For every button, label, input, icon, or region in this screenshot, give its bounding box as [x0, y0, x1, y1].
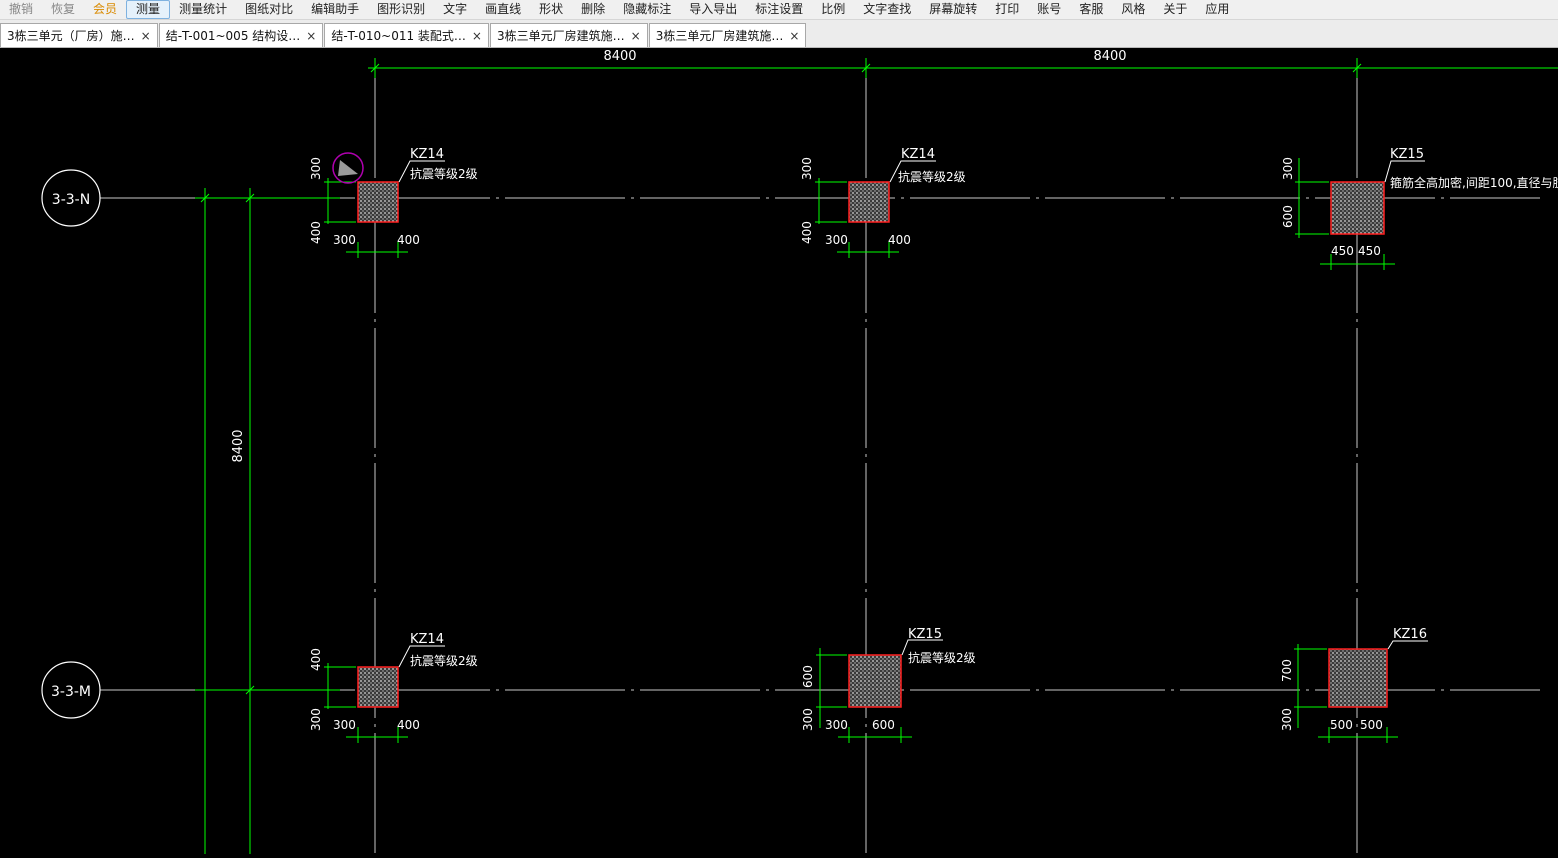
document-tab-label: 3栋三单元（厂房）施…: [7, 28, 135, 43]
svg-text:300: 300: [309, 708, 323, 731]
menu-item-13[interactable]: 导入导出: [680, 0, 746, 19]
menu-item-23[interactable]: 应用: [1196, 0, 1238, 19]
left-dimension-text: 8400: [231, 429, 246, 462]
svg-text:300: 300: [800, 157, 814, 180]
axis-bubble-bottom: 3-3-M: [41, 661, 101, 719]
svg-text:450: 450: [1331, 244, 1354, 258]
close-icon[interactable]: ×: [631, 24, 641, 48]
svg-text:300: 300: [825, 718, 848, 732]
menu-item-6[interactable]: 编辑助手: [302, 0, 368, 19]
menu-bar: 撤销 恢复 会员 测量 测量统计 图纸对比 编辑助手 图形识别 文字 画直线 形状 删除 隐藏标注 导入导…: [0, 0, 1558, 20]
svg-text:450: 450: [1358, 244, 1381, 258]
menu-item-17[interactable]: 屏幕旋转: [920, 0, 986, 19]
top-dimension: [368, 58, 1558, 78]
svg-text:300: 300: [1281, 157, 1295, 180]
menu-item-18[interactable]: 打印: [986, 0, 1028, 19]
close-icon[interactable]: ×: [141, 24, 151, 48]
svg-text:KZ15: KZ15: [908, 627, 942, 642]
menu-item-1[interactable]: 恢复: [42, 0, 84, 19]
menu-item-0[interactable]: 撤销: [0, 0, 42, 19]
document-tab-label: 结-T-010~011 装配式…: [331, 28, 466, 43]
menu-item-14[interactable]: 标注设置: [746, 0, 812, 19]
svg-text:500: 500: [1360, 718, 1383, 732]
document-tab-2[interactable]: 结-T-010~011 装配式… ×: [324, 23, 489, 47]
svg-text:300: 300: [333, 718, 356, 732]
menu-item-15[interactable]: 比例: [812, 0, 854, 19]
svg-text:400: 400: [309, 648, 323, 671]
svg-text:KZ14: KZ14: [410, 632, 444, 647]
document-tab-0[interactable]: 3栋三单元（厂房）施… ×: [0, 23, 158, 47]
svg-text:KZ16: KZ16: [1393, 627, 1427, 642]
menu-item-10[interactable]: 形状: [530, 0, 572, 19]
svg-text:300: 300: [309, 157, 323, 180]
menu-item-4[interactable]: 测量统计: [170, 0, 236, 19]
column-kz14-c[interactable]: KZ14 抗震等级2级 400 300 300 400: [309, 632, 478, 743]
svg-text:400: 400: [309, 221, 323, 244]
svg-text:600: 600: [1281, 205, 1295, 228]
menu-item-2[interactable]: 会员: [84, 0, 126, 19]
document-tab-3[interactable]: 3栋三单元厂房建筑施… ×: [489, 23, 648, 48]
menu-item-12[interactable]: 隐藏标注: [614, 0, 680, 19]
menu-item-7[interactable]: 图形识别: [368, 0, 434, 19]
column-kz15-a[interactable]: KZ15 箍筋全高加密,间距100,直径与肢数同柱 300 600 450 45…: [1281, 147, 1558, 270]
cad-drawing-canvas[interactable]: 8400 8400 8400 3-3-N 3-3-M KZ14 抗震等级2级 3…: [0, 48, 1558, 854]
svg-text:抗震等级2级: 抗震等级2级: [908, 650, 976, 665]
svg-text:300: 300: [825, 233, 848, 247]
svg-text:300: 300: [1280, 708, 1294, 731]
close-icon[interactable]: ×: [306, 24, 316, 48]
menu-item-3[interactable]: 测量: [126, 0, 171, 19]
svg-text:300: 300: [333, 233, 356, 247]
axis-bubble-top: 3-3-N: [41, 169, 101, 227]
menu-item-22[interactable]: 关于: [1154, 0, 1196, 19]
svg-text:500: 500: [1330, 718, 1353, 732]
svg-text:700: 700: [1280, 659, 1294, 682]
cursor-marker-icon: [332, 152, 364, 184]
svg-text:3-3-M: 3-3-M: [51, 684, 91, 700]
menu-item-21[interactable]: 风格: [1112, 0, 1154, 19]
close-icon[interactable]: ×: [472, 24, 482, 48]
cad-drawing[interactable]: 8400 8400 8400 3-3-N 3-3-M KZ14 抗震等级2级 3…: [0, 48, 1558, 854]
document-tab-label: 3栋三单元厂房建筑施…: [655, 28, 784, 43]
menu-item-16[interactable]: 文字查找: [854, 0, 920, 19]
svg-text:3-3-N: 3-3-N: [52, 192, 90, 208]
menu-item-19[interactable]: 账号: [1028, 0, 1070, 19]
svg-text:300: 300: [801, 708, 815, 731]
menu-item-5[interactable]: 图纸对比: [236, 0, 302, 19]
svg-text:400: 400: [888, 233, 911, 247]
top-dimension-text-1: 8400: [603, 49, 636, 64]
menu-item-20[interactable]: 客服: [1070, 0, 1112, 19]
menu-item-11[interactable]: 删除: [572, 0, 614, 19]
svg-text:600: 600: [872, 718, 895, 732]
svg-text:400: 400: [397, 233, 420, 247]
menu-item-9[interactable]: 画直线: [476, 0, 530, 19]
document-tab-label: 3栋三单元厂房建筑施…: [496, 28, 625, 43]
close-icon[interactable]: ×: [789, 24, 799, 48]
left-dimension: [195, 188, 340, 854]
svg-text:抗震等级2级: 抗震等级2级: [410, 166, 478, 181]
document-tab-4[interactable]: 3栋三单元厂房建筑施… ×: [648, 23, 807, 48]
document-tab-1[interactable]: 结-T-001~005 结构设… ×: [158, 23, 324, 48]
svg-text:400: 400: [397, 718, 420, 732]
document-tab-bar: 3栋三单元（厂房）施… × 结-T-001~005 结构设… × 结-T-010~011…: [0, 20, 1558, 48]
svg-text:KZ15: KZ15: [1390, 147, 1424, 162]
svg-text:KZ14: KZ14: [410, 147, 444, 162]
svg-text:400: 400: [800, 221, 814, 244]
column-kz15-b[interactable]: KZ15 抗震等级2级 600 300 300 600: [801, 627, 976, 743]
menu-item-8[interactable]: 文字: [434, 0, 476, 19]
top-dimension-text-2: 8400: [1093, 49, 1126, 64]
column-kz14-b[interactable]: KZ14 抗震等级2级 300 400 300 400: [800, 147, 966, 258]
document-tab-label: 结-T-001~005 结构设…: [165, 28, 301, 43]
column-kz16[interactable]: KZ16 700 300 500 500: [1280, 627, 1428, 743]
svg-text:抗震等级2级: 抗震等级2级: [898, 169, 966, 184]
svg-text:抗震等级2级: 抗震等级2级: [410, 653, 478, 668]
svg-text:箍筋全高加密,间距100,直径与肢数同柱: 箍筋全高加密,间距100,直径与肢数同柱: [1390, 175, 1558, 190]
svg-text:KZ14: KZ14: [901, 147, 935, 162]
svg-text:600: 600: [801, 665, 815, 688]
